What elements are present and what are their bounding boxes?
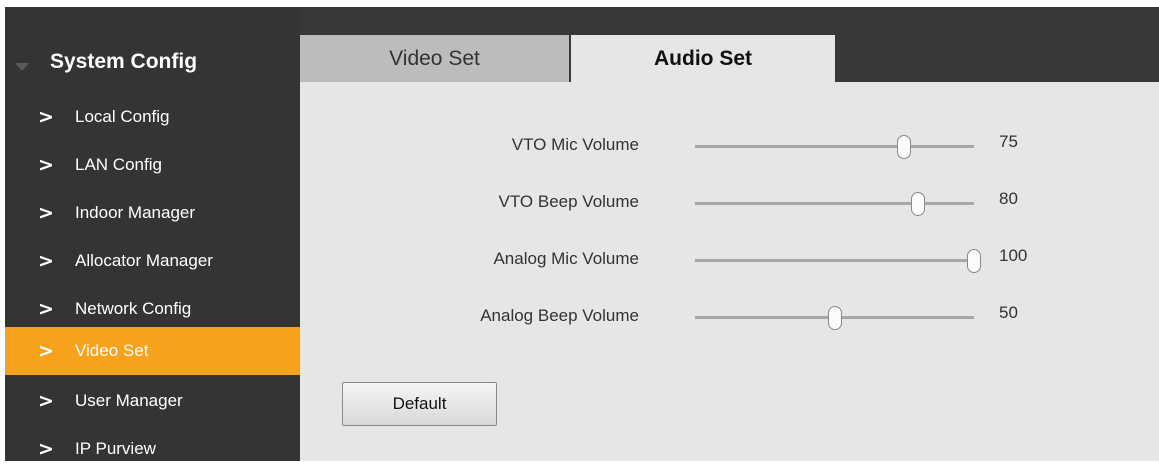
collapse-triangle-icon[interactable] <box>15 63 29 71</box>
vto-beep-volume-slider[interactable] <box>695 192 974 216</box>
sidebar-item-label: Indoor Manager <box>75 203 196 222</box>
setting-label: Analog Mic Volume <box>493 249 639 268</box>
sidebar-item-network-config[interactable]: > Network Config <box>5 285 300 333</box>
chevron-right-icon: > <box>38 298 54 320</box>
tab-video-set[interactable]: Video Set <box>300 35 569 82</box>
analog-beep-volume-row: Analog Beep Volume 50 <box>300 296 1159 336</box>
sidebar-item-label: LAN Config <box>75 155 162 174</box>
sidebar-item-video-set[interactable]: > Video Set <box>5 327 300 375</box>
chevron-right-icon: > <box>38 106 54 128</box>
sidebar-item-label: User Manager <box>75 391 183 410</box>
slider-thumb[interactable] <box>967 249 981 273</box>
chevron-right-icon: > <box>38 250 54 272</box>
chevron-right-icon: > <box>38 390 54 412</box>
setting-label: VTO Beep Volume <box>498 192 640 211</box>
sidebar: System Config > Local Config > LAN Confi… <box>5 7 300 461</box>
sidebar-item-label: Allocator Manager <box>75 251 213 270</box>
slider-thumb[interactable] <box>827 306 842 330</box>
audio-settings-panel: VTO Mic Volume 75 VTO Beep Volume 80 Ana… <box>300 82 1159 461</box>
vto-beep-volume-row: VTO Beep Volume 80 <box>300 182 1159 222</box>
tab-audio-set[interactable]: Audio Set <box>571 35 835 82</box>
setting-label: VTO Mic Volume <box>511 135 639 154</box>
default-button[interactable]: Default <box>342 382 497 426</box>
slider-thumb[interactable] <box>897 135 912 159</box>
vto-mic-volume-slider[interactable] <box>695 135 974 159</box>
app-window: System Config > Local Config > LAN Confi… <box>5 7 1159 461</box>
setting-label: Analog Beep Volume <box>480 306 639 325</box>
sidebar-item-indoor-manager[interactable]: > Indoor Manager <box>5 189 300 237</box>
chevron-right-icon: > <box>38 340 54 362</box>
setting-value: 75 <box>999 132 1018 151</box>
setting-value: 50 <box>999 303 1018 322</box>
vto-mic-volume-row: VTO Mic Volume 75 <box>300 125 1159 165</box>
sidebar-title[interactable]: System Config <box>50 50 197 74</box>
setting-value: 100 <box>999 246 1028 265</box>
sidebar-item-user-manager[interactable]: > User Manager <box>5 377 300 425</box>
sidebar-item-label: Network Config <box>75 299 192 318</box>
analog-mic-volume-slider[interactable] <box>695 249 981 273</box>
sidebar-item-ip-purview[interactable]: > IP Purview <box>5 425 300 473</box>
chevron-right-icon: > <box>38 154 54 176</box>
sidebar-item-label: Video Set <box>75 341 149 360</box>
slider-thumb[interactable] <box>911 192 926 216</box>
chevron-right-icon: > <box>38 202 54 224</box>
chevron-right-icon: > <box>38 438 54 460</box>
analog-mic-volume-row: Analog Mic Volume 100 <box>300 239 1159 279</box>
sidebar-item-label: Local Config <box>75 107 170 126</box>
tab-bar: Video Set Audio Set <box>300 7 1159 82</box>
sidebar-item-local-config[interactable]: > Local Config <box>5 93 300 141</box>
sidebar-item-label: IP Purview <box>75 439 156 458</box>
sidebar-item-lan-config[interactable]: > LAN Config <box>5 141 300 189</box>
sidebar-item-allocator-manager[interactable]: > Allocator Manager <box>5 237 300 285</box>
analog-beep-volume-slider[interactable] <box>695 306 974 330</box>
setting-value: 80 <box>999 189 1018 208</box>
